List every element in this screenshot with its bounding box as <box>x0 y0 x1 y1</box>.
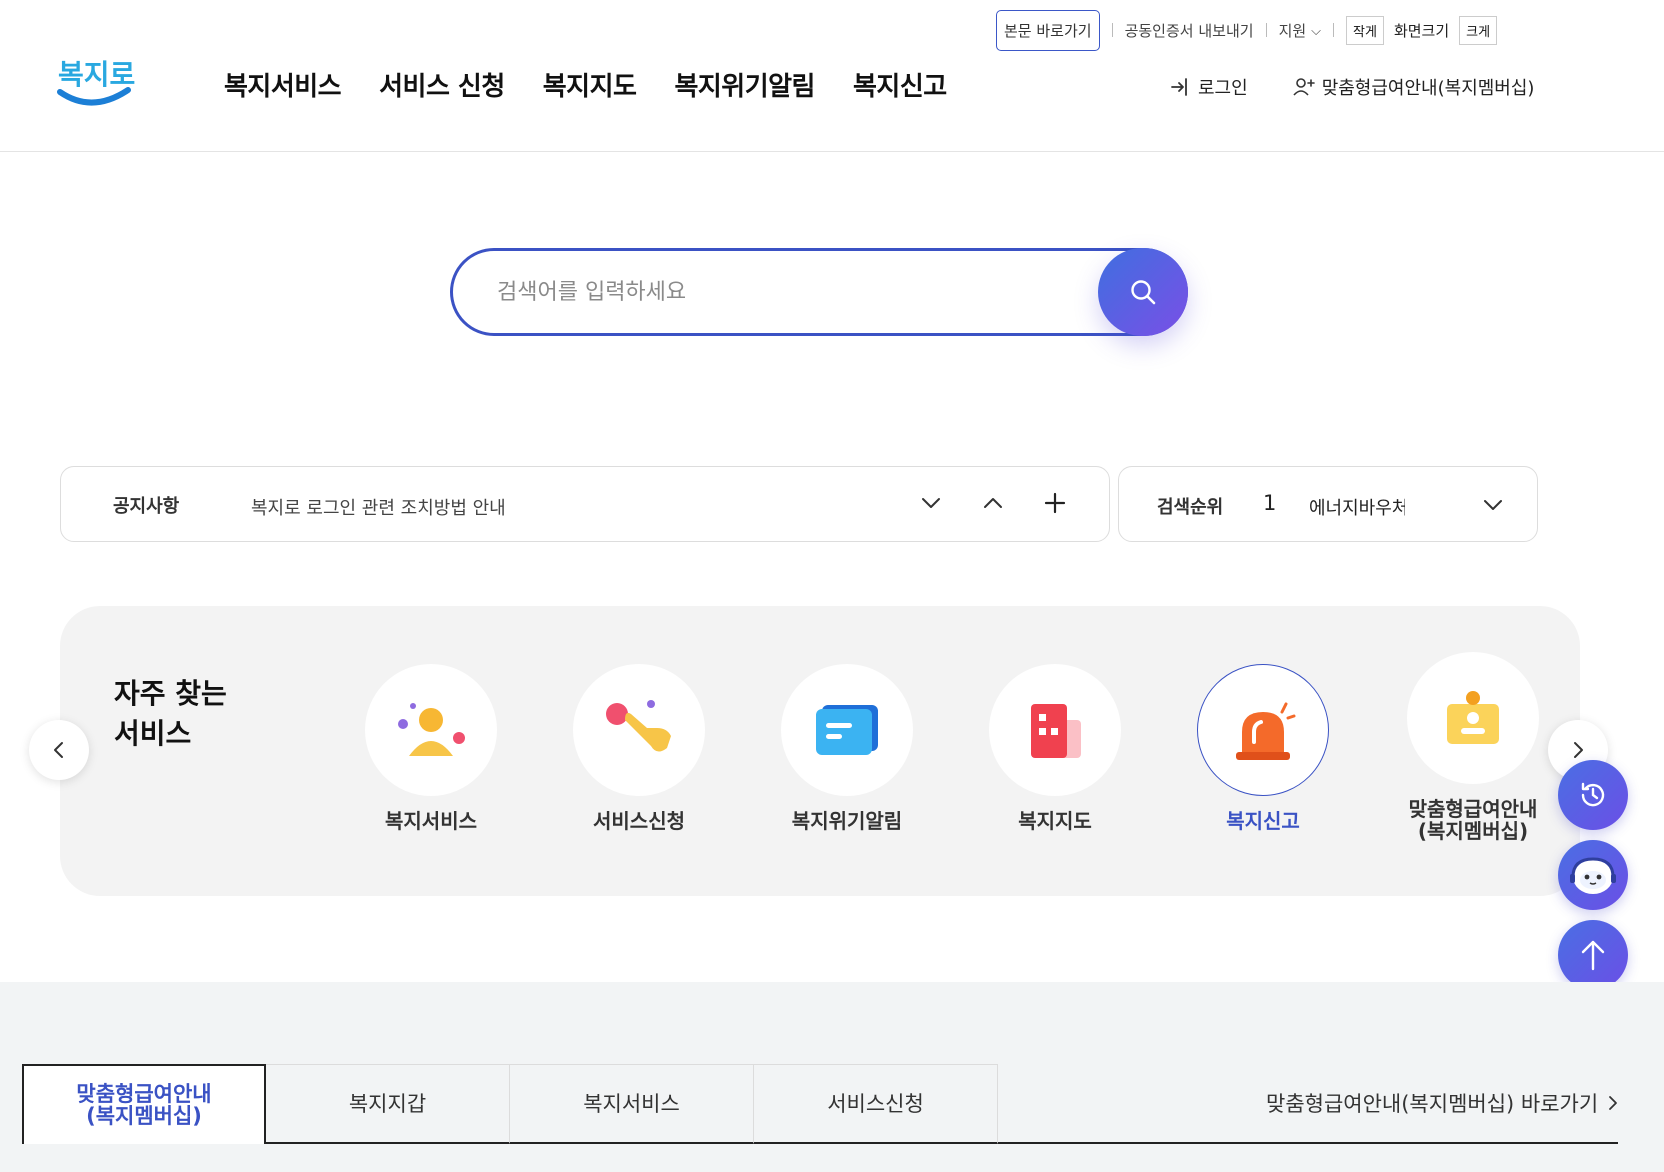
chevron-down-icon <box>1484 500 1502 510</box>
notice-text[interactable]: 복지로 로그인 관련 조치방법 안내 <box>251 494 506 520</box>
chevron-down-icon <box>922 498 940 508</box>
service-apply[interactable]: 서비스신청 <box>544 664 734 832</box>
divider <box>1265 23 1267 37</box>
font-size-large-button[interactable]: 크게 <box>1459 15 1498 45</box>
user-add-icon <box>1293 78 1315 96</box>
search-icon <box>1131 280 1156 305</box>
service-icon-circle <box>365 664 497 796</box>
bottom-tab-list: 맞춤형급여안내 (복지멤버십) 복지지갑 복지서비스 서비스신청 <box>22 1064 998 1144</box>
frequent-services: 자주 찾는 서비스 복지서비스 서비스신청 복지위기알림 복지지도 복지신고 맞… <box>60 606 1580 896</box>
ranking-expand-button[interactable] <box>1475 487 1511 523</box>
tab-label-line: 맞춤형급여안내 <box>76 1082 212 1106</box>
service-label: 서비스신청 <box>593 809 685 833</box>
member-area: 로그인 맞춤형급여안내(복지멤버십) <box>1170 74 1534 100</box>
site-header: 본문 바로가기 공동인증서 내보내기 지원 ⌵ 작게 화면크기 크게 복지로 복지… <box>0 0 1664 152</box>
tab-membership[interactable]: 맞춤형급여안내 (복지멤버십) <box>22 1064 266 1144</box>
membership-shortcut-link[interactable]: 맞춤형급여안내(복지멤버십) 바로가기 <box>1266 1088 1620 1118</box>
person-icon <box>398 703 465 756</box>
divider <box>1333 23 1335 37</box>
tab-welfare-service[interactable]: 복지서비스 <box>510 1064 754 1144</box>
message-icon <box>816 705 878 755</box>
tab-wallet[interactable]: 복지지갑 <box>266 1064 510 1144</box>
service-welfare-map[interactable]: 복지지도 <box>960 664 1150 832</box>
bottom-section: 맞춤형급여안내 (복지멤버십) 복지지갑 복지서비스 서비스신청 맞춤형급여안내… <box>0 982 1664 1172</box>
notice-label: 공지사항 <box>113 496 180 517</box>
service-label: 맞춤형급여안내 (복지멤버십) <box>1378 798 1568 842</box>
service-label: 복지신고 <box>1226 809 1300 833</box>
support-label: 지원 <box>1278 21 1307 40</box>
tab-service-apply[interactable]: 서비스신청 <box>754 1064 998 1144</box>
plus-icon <box>1044 492 1066 514</box>
search-input[interactable] <box>497 273 1077 311</box>
chatbot-icon <box>1570 857 1616 894</box>
nav-item-service-apply[interactable]: 서비스 신청 <box>379 66 505 103</box>
login-icon <box>1171 78 1187 96</box>
skip-to-content-button[interactable]: 본문 바로가기 <box>996 9 1100 51</box>
search-box <box>450 248 1188 336</box>
chevron-right-icon <box>1574 742 1583 758</box>
notice-more-button[interactable] <box>1037 485 1073 521</box>
login-link[interactable]: 로그인 <box>1170 74 1248 100</box>
service-icon-circle <box>989 664 1121 796</box>
service-icon-circle <box>1407 652 1539 784</box>
ranking-number: 1 <box>1263 491 1277 515</box>
building-icon <box>1031 704 1081 758</box>
chevron-down-icon: ⌵ <box>1311 23 1322 39</box>
notice-prev-button[interactable] <box>975 485 1011 521</box>
frequent-services-title: 자주 찾는 서비스 <box>114 674 227 754</box>
nav-item-welfare-map[interactable]: 복지지도 <box>543 66 637 103</box>
nav-item-welfare-service[interactable]: 복지서비스 <box>224 66 342 103</box>
nav-item-welfare-report[interactable]: 복지신고 <box>853 66 947 103</box>
notice-next-button[interactable] <box>913 485 949 521</box>
service-icon-circle <box>781 664 913 796</box>
carousel-prev-button[interactable] <box>29 720 89 780</box>
chevron-right-icon <box>1609 1096 1618 1110</box>
service-label-line: 맞춤형급여안내 <box>1408 797 1538 821</box>
membership-link[interactable]: 맞춤형급여안내(복지멤버십) <box>1292 74 1535 100</box>
chevron-left-icon <box>54 742 63 758</box>
service-label-line: (복지멤버십) <box>1417 819 1529 843</box>
tab-underline <box>998 1142 1618 1144</box>
membership-label: 맞춤형급여안내(복지멤버십) <box>1321 78 1535 99</box>
utility-bar: 본문 바로가기 공동인증서 내보내기 지원 ⌵ 작게 화면크기 크게 <box>996 9 1498 51</box>
service-icon-circle <box>573 664 705 796</box>
service-crisis-alert[interactable]: 복지위기알림 <box>752 664 942 832</box>
nav-item-crisis-alert[interactable]: 복지위기알림 <box>674 66 815 103</box>
history-icon <box>1581 782 1605 807</box>
service-label: 복지위기알림 <box>791 809 903 833</box>
divider <box>1111 23 1113 37</box>
siren-icon <box>1236 702 1296 760</box>
service-welfare-report[interactable]: 복지신고 <box>1168 664 1358 832</box>
chevron-up-icon <box>984 498 1002 508</box>
scroll-top-button[interactable] <box>1558 920 1628 990</box>
logo-mark: 복지로 <box>57 58 135 106</box>
id-card-icon <box>1447 691 1499 744</box>
cert-export-link[interactable]: 공동인증서 내보내기 <box>1125 20 1254 41</box>
service-label: 복지지도 <box>1018 809 1092 833</box>
logo-text: 복지로 <box>58 58 135 91</box>
font-size-small-button[interactable]: 작게 <box>1346 15 1384 45</box>
title-line: 자주 찾는 <box>114 677 227 710</box>
search-ranking: 검색순위 1 에너지바우처 <box>1118 466 1538 542</box>
main-nav: 복지서비스 서비스 신청 복지지도 복지위기알림 복지신고 <box>224 66 947 103</box>
title-line: 서비스 <box>114 717 192 750</box>
service-icon-circle <box>1197 664 1329 796</box>
font-size-label: 화면크기 <box>1393 21 1450 40</box>
service-label: 복지서비스 <box>385 809 477 833</box>
search-button[interactable] <box>1098 248 1188 336</box>
arrow-up-icon <box>1581 940 1605 971</box>
support-dropdown[interactable]: 지원 ⌵ <box>1279 20 1321 41</box>
login-label: 로그인 <box>1198 78 1248 99</box>
recent-history-button[interactable] <box>1558 760 1628 830</box>
service-membership[interactable]: 맞춤형급여안내 (복지멤버십) <box>1378 652 1568 842</box>
ranking-label: 검색순위 <box>1157 497 1224 518</box>
hand-tap-icon <box>606 700 671 752</box>
chatbot-button[interactable] <box>1558 840 1628 910</box>
tab-label-line: (복지멤버십) <box>86 1104 202 1128</box>
shortcut-label: 맞춤형급여안내(복지멤버십) 바로가기 <box>1266 1092 1599 1116</box>
site-logo[interactable]: 복지로 <box>56 48 136 120</box>
notice-bar: 공지사항 복지로 로그인 관련 조치방법 안내 <box>60 466 1110 542</box>
ranking-term[interactable]: 에너지바우처 <box>1309 494 1405 520</box>
service-welfare[interactable]: 복지서비스 <box>336 664 526 832</box>
